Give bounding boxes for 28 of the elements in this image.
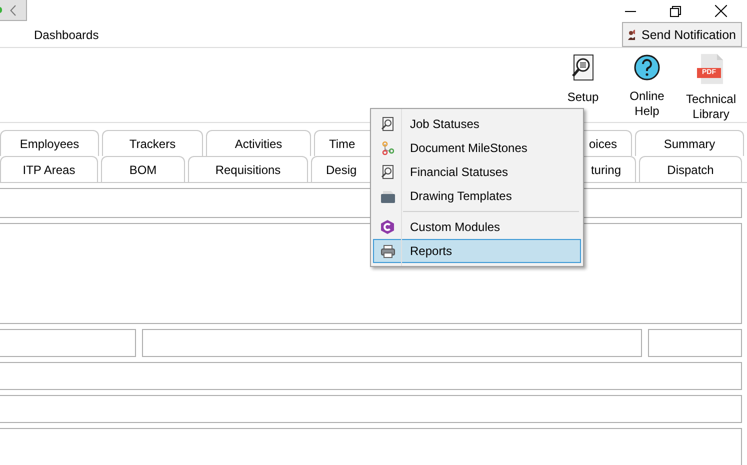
people-icon	[628, 29, 636, 40]
magnifier-document-icon	[381, 117, 394, 131]
branch-icon	[382, 141, 394, 155]
magnifier-document-icon	[381, 165, 394, 179]
chevron-left-icon	[10, 4, 16, 16]
printer-icon	[380, 244, 394, 258]
tab[interactable]: Dispatch	[639, 156, 742, 182]
help-icon	[634, 54, 660, 81]
menu-item[interactable]: Reports	[373, 239, 581, 263]
tab[interactable]: Employees	[0, 130, 99, 156]
page-title: Dashboards	[34, 28, 99, 42]
tab[interactable]: ITP Areas	[0, 156, 98, 182]
magnifier-document-icon	[571, 54, 595, 82]
tab[interactable]: BOM	[101, 156, 185, 182]
send-notification-button[interactable]: Send Notification	[622, 22, 742, 47]
c-hexagon-icon	[381, 220, 394, 234]
template-icon	[380, 190, 394, 202]
minimize-icon	[625, 10, 636, 12]
menu-item[interactable]: Custom Modules	[373, 215, 581, 239]
close-icon	[714, 5, 726, 17]
tab[interactable]: Requisitions	[188, 156, 308, 182]
restore-icon	[670, 6, 681, 16]
tab[interactable]: Activities	[206, 130, 311, 156]
toolbar-button[interactable]: Online Help	[617, 48, 677, 119]
tab[interactable]: Trackers	[102, 130, 203, 156]
toolbar-button[interactable]: Setup	[553, 48, 613, 105]
tab[interactable]: Summary	[635, 130, 744, 156]
menu-item[interactable]: Drawing Templates	[373, 184, 581, 208]
